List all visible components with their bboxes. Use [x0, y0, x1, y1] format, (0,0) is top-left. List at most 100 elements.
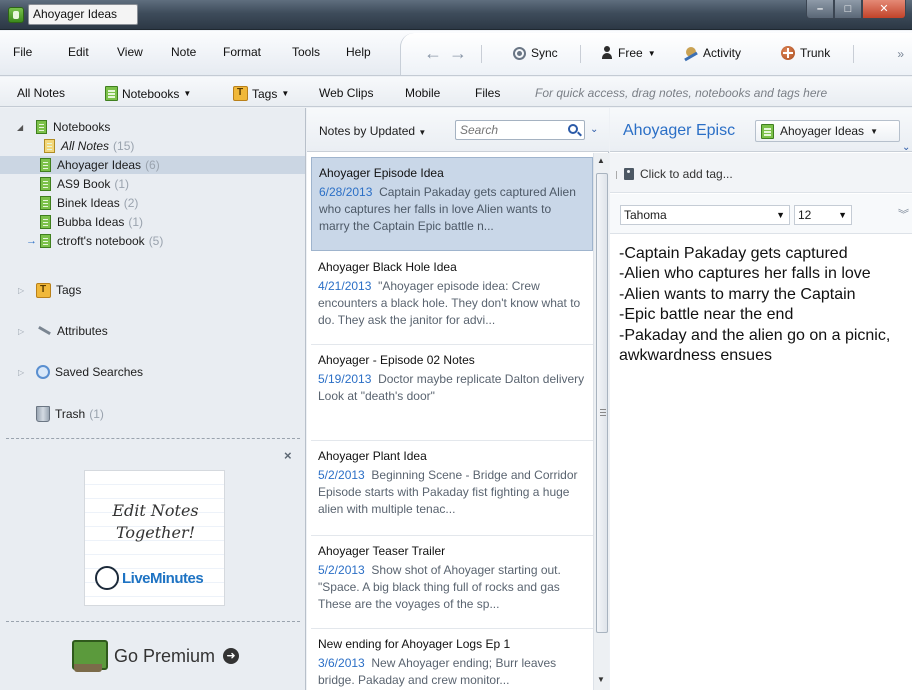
- sidebar-item-binek-ideas[interactable]: Binek Ideas (2): [0, 194, 305, 212]
- scroll-up-icon[interactable]: ▲: [597, 156, 605, 165]
- sidebar-section-tags[interactable]: ▷ Tags: [0, 280, 305, 300]
- all-notes-label: All Notes: [61, 139, 110, 153]
- note-editor-panel: Ahoyager Episc Ahoyager Ideas ▼ ⌄ Click …: [610, 108, 912, 690]
- notebooks-header[interactable]: ◢ Notebooks: [0, 118, 305, 136]
- saved-searches-label: Saved Searches: [55, 365, 144, 379]
- menu-note[interactable]: Note: [171, 45, 196, 59]
- shortcut-notebooks-label: Notebooks: [122, 86, 180, 101]
- add-tag-field[interactable]: Click to add tag...: [640, 167, 733, 181]
- shortcut-web-clips[interactable]: Web Clips: [319, 86, 373, 100]
- menu-format[interactable]: Format: [223, 45, 261, 59]
- close-ad-icon[interactable]: ×: [284, 448, 292, 463]
- sidebar-item-ctroft-notebook[interactable]: → ctroft's notebook (5): [0, 232, 305, 250]
- notebook-count: (1): [128, 215, 144, 229]
- tags-label: Tags: [56, 283, 82, 297]
- sidebar-item-as9-book[interactable]: AS9 Book (1): [0, 175, 305, 193]
- shortcut-mobile[interactable]: Mobile: [405, 86, 440, 100]
- note-card[interactable]: Ahoyager Black Hole Idea 4/21/2013 "Ahoy…: [311, 252, 593, 345]
- expand-triangle-icon[interactable]: ▷: [18, 368, 24, 377]
- format-expand-icon[interactable]: ︾: [898, 206, 909, 222]
- toolbar-overflow-icon[interactable]: »: [897, 47, 904, 61]
- menu-file[interactable]: File: [13, 45, 32, 59]
- note-snippet: 5/2/2013 Beginning Scene - Bridge and Co…: [318, 467, 586, 518]
- account-button[interactable]: Free ▼: [601, 46, 656, 60]
- scrollbar-thumb[interactable]: [596, 173, 608, 633]
- maximize-button[interactable]: □: [834, 0, 862, 19]
- font-size-select[interactable]: 12 ▼: [794, 205, 852, 225]
- title-bar: Ahoyager Ideas – □ ✕: [0, 0, 912, 30]
- notebook-label: Ahoyager Ideas: [57, 158, 142, 172]
- sidebar-section-saved-searches[interactable]: ▷ Saved Searches: [0, 362, 305, 382]
- note-date: 3/6/2013: [318, 656, 365, 670]
- shortcut-files[interactable]: Files: [475, 86, 500, 100]
- notebook-selector[interactable]: Ahoyager Ideas ▼: [755, 120, 900, 142]
- chevron-down-icon: ▼: [281, 89, 290, 98]
- notebook-label: Binek Ideas: [57, 196, 120, 210]
- note-title: New ending for Ahoyager Logs Ep 1: [318, 637, 511, 651]
- note-list-scrollbar[interactable]: ▲ ▼: [593, 153, 609, 690]
- menu-tools[interactable]: Tools: [292, 45, 320, 59]
- notebooks-label: Notebooks: [53, 120, 111, 134]
- notebook-label: Bubba Ideas: [57, 215, 125, 229]
- sort-label: Notes by Updated: [319, 124, 416, 138]
- note-snippet: 6/28/2013 Captain Pakaday gets captured …: [319, 184, 585, 235]
- activity-button[interactable]: Activity: [684, 46, 741, 60]
- note-card[interactable]: Ahoyager Episode Idea 6/28/2013 Captain …: [311, 157, 593, 251]
- close-button[interactable]: ✕: [862, 0, 906, 19]
- sidebar-item-ahoyager-ideas[interactable]: Ahoyager Ideas (6): [0, 156, 305, 174]
- note-card[interactable]: Ahoyager - Episode 02 Notes 5/19/2013 Do…: [311, 345, 593, 441]
- tag-bar[interactable]: Click to add tag...: [610, 153, 912, 193]
- menu-edit[interactable]: Edit: [68, 45, 89, 59]
- note-card[interactable]: Ahoyager Plant Idea 5/2/2013 Beginning S…: [311, 441, 593, 536]
- editor-options-chevron-icon[interactable]: ⌄: [902, 142, 910, 153]
- menu-help[interactable]: Help: [346, 45, 371, 59]
- ad-line-2: Together!: [115, 523, 196, 542]
- search-input[interactable]: [456, 121, 556, 139]
- sort-dropdown[interactable]: Notes by Updated ▼: [319, 124, 426, 138]
- notebook-icon: [40, 234, 51, 248]
- evernote-app-icon: [8, 7, 24, 23]
- person-icon: [601, 46, 613, 60]
- go-premium-button[interactable]: Go Premium ➜: [70, 638, 240, 674]
- expand-triangle-icon[interactable]: ▷: [18, 286, 24, 295]
- sidebar-section-trash[interactable]: Trash (1): [0, 404, 305, 424]
- toolbar-separator: [853, 45, 854, 63]
- forward-arrow-icon[interactable]: →: [449, 44, 467, 62]
- sidebar-item-bubba-ideas[interactable]: Bubba Ideas (1): [0, 213, 305, 231]
- format-toolbar: Tahoma ▼ 12 ▼ ︾: [610, 194, 912, 234]
- shortcut-all-notes[interactable]: All Notes: [17, 86, 65, 100]
- notebook-count: (5): [148, 234, 164, 248]
- scroll-down-icon[interactable]: ▼: [597, 675, 605, 684]
- view-options-chevron-icon[interactable]: ⌄: [590, 124, 598, 135]
- shortcut-notebooks[interactable]: Notebooks ▼: [105, 86, 191, 101]
- chevron-down-icon: ▼: [183, 89, 192, 98]
- back-arrow-icon[interactable]: ←: [424, 44, 442, 62]
- menu-view[interactable]: View: [117, 45, 143, 59]
- expand-triangle-icon[interactable]: ▷: [18, 327, 24, 336]
- font-family-select[interactable]: Tahoma ▼: [620, 205, 790, 225]
- shortcut-tags[interactable]: Tags ▼: [233, 86, 289, 101]
- trunk-button[interactable]: Trunk: [781, 46, 830, 60]
- search-icon[interactable]: [568, 124, 578, 134]
- scrollbar-grip: [600, 409, 606, 416]
- note-card[interactable]: New ending for Ahoyager Logs Ep 1 3/6/20…: [311, 629, 593, 690]
- ad-banner[interactable]: Edit Notes Together! LiveMinutes: [84, 470, 225, 606]
- note-title-field[interactable]: Ahoyager Episc: [623, 122, 745, 140]
- stack-arrow-icon[interactable]: →: [26, 235, 37, 247]
- minimize-button[interactable]: –: [806, 0, 834, 19]
- liveminutes-logo: LiveMinutes: [95, 566, 204, 590]
- sidebar-item-all-notes[interactable]: All Notes (15): [0, 137, 305, 155]
- sync-icon: [513, 46, 526, 60]
- liveminutes-brand: LiveMinutes: [122, 569, 204, 587]
- toolbar-separator: [580, 45, 581, 63]
- attributes-icon: [36, 325, 52, 337]
- sidebar-section-attributes[interactable]: ▷ Attributes: [0, 321, 305, 341]
- font-size-value: 12: [798, 208, 812, 222]
- search-field[interactable]: [455, 120, 585, 140]
- sync-button[interactable]: Sync: [513, 46, 558, 60]
- note-body-editor[interactable]: -Captain Pakaday gets captured -Alien wh…: [619, 244, 909, 366]
- chevron-down-icon: ▼: [870, 126, 878, 136]
- chevron-down-icon: ▼: [838, 210, 847, 220]
- note-card[interactable]: Ahoyager Teaser Trailer 5/2/2013 Show sh…: [311, 536, 593, 629]
- expand-triangle-icon[interactable]: ◢: [17, 123, 23, 132]
